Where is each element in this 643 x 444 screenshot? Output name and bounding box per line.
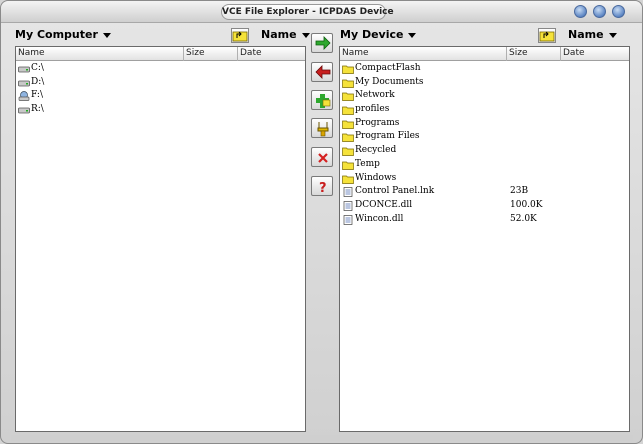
arrow-left-icon (315, 65, 331, 79)
up-folder-icon (232, 31, 248, 42)
item-name: Wincon.dll (355, 213, 404, 224)
file-icon (342, 187, 354, 198)
item-name: Network (355, 90, 395, 101)
file-icon (342, 214, 354, 225)
left-col-name[interactable]: Name (16, 47, 184, 61)
tools-icon (317, 122, 329, 137)
right-file-list[interactable]: Name Size Date CompactFlash My Documents N… (339, 46, 630, 432)
download-button[interactable] (311, 62, 333, 82)
folder-icon (342, 160, 354, 170)
item-size: 23B (510, 186, 529, 197)
left-file-list[interactable]: Name Size Date C:\ D:\ F:\ R:\ (15, 46, 306, 432)
right-rows: CompactFlash My Documents Network profiles P… (340, 62, 629, 226)
list-item[interactable]: profiles (340, 103, 629, 117)
left-column-header: Name Size Date (16, 47, 305, 61)
settings-button[interactable] (311, 118, 333, 138)
maximize-button[interactable] (593, 5, 606, 18)
list-item[interactable]: My Documents (340, 76, 629, 90)
close-button[interactable] (612, 5, 625, 18)
item-name: Program Files (355, 131, 420, 142)
delete-icon (318, 153, 328, 163)
chevron-down-icon (301, 32, 310, 38)
item-name: Programs (355, 117, 400, 128)
folder-icon (342, 64, 354, 74)
folder-icon (342, 119, 354, 129)
new-folder-icon (316, 94, 331, 108)
item-size: 52.0K (510, 213, 537, 224)
up-folder-icon (539, 31, 555, 42)
right-col-date[interactable]: Date (561, 47, 631, 61)
right-location-label: My Device (340, 28, 404, 41)
item-name: DCONCE.dll (355, 199, 413, 210)
minimize-button[interactable] (574, 5, 587, 18)
list-item[interactable]: Control Panel.lnk 23B (340, 185, 629, 199)
right-location-dropdown[interactable]: My Device (340, 25, 417, 45)
chevron-down-icon (408, 32, 417, 38)
folder-icon (342, 132, 354, 143)
hard-drive-icon (18, 105, 30, 115)
item-name: C:\ (31, 63, 44, 73)
list-item[interactable]: Program Files (340, 130, 629, 144)
folder-icon (342, 105, 354, 115)
left-col-size[interactable]: Size (184, 47, 238, 61)
window-title: VCE File Explorer - ICPDAS Device (221, 4, 394, 20)
chevron-down-icon (608, 32, 617, 38)
file-icon (342, 201, 354, 211)
svg-text:?: ? (319, 181, 327, 195)
folder-icon (342, 78, 354, 88)
item-name: My Documents (355, 76, 424, 87)
chevron-down-icon (102, 32, 111, 38)
title-bar[interactable]: VCE File Explorer - ICPDAS Device (1, 1, 642, 23)
list-item[interactable]: CompactFlash (340, 62, 629, 76)
left-col-date[interactable]: Date (238, 47, 307, 61)
right-column-header: Name Size Date (340, 47, 629, 61)
item-name: R:\ (31, 104, 44, 115)
help-button[interactable]: ? (311, 176, 333, 196)
list-item[interactable]: Windows (340, 172, 629, 186)
list-item[interactable]: Wincon.dll 52.0K (340, 213, 629, 227)
list-item[interactable]: Programs (340, 117, 629, 131)
right-sort-label: Name (568, 28, 604, 41)
help-icon: ? (319, 181, 327, 195)
item-name: CompactFlash (355, 63, 421, 73)
item-name: Temp (355, 158, 380, 169)
delete-button[interactable] (311, 147, 333, 167)
right-sort-dropdown[interactable]: Name (568, 25, 617, 45)
upload-button[interactable] (311, 33, 333, 53)
list-item[interactable]: Recycled (340, 144, 629, 158)
item-name: F:\ (31, 90, 43, 101)
list-item[interactable]: Temp (340, 158, 629, 172)
list-item[interactable]: R:\ (16, 103, 305, 117)
hard-drive-icon (18, 64, 30, 74)
left-location-dropdown[interactable]: My Computer (15, 25, 111, 45)
list-item[interactable]: F:\ (16, 89, 305, 103)
left-sort-dropdown[interactable]: Name (261, 25, 310, 45)
item-name: Recycled (355, 145, 397, 156)
item-name: D:\ (31, 76, 45, 87)
item-name: profiles (355, 104, 390, 115)
item-name: Control Panel.lnk (355, 186, 435, 197)
folder-icon (342, 146, 354, 156)
new-folder-button[interactable] (311, 90, 333, 110)
item-name: Windows (355, 172, 397, 183)
list-item[interactable]: Network (340, 89, 629, 103)
item-size: 100.0K (510, 199, 543, 210)
arrow-right-icon (315, 36, 331, 50)
app-window: VCE File Explorer - ICPDAS Device My Com… (0, 0, 643, 444)
left-location-label: My Computer (15, 28, 98, 41)
list-item[interactable]: DCONCE.dll 100.0K (340, 199, 629, 213)
folder-icon (342, 174, 354, 184)
left-sort-label: Name (261, 28, 297, 41)
folder-icon (342, 91, 354, 102)
status-bar (11, 435, 633, 441)
left-rows: C:\ D:\ F:\ R:\ (16, 62, 305, 117)
left-up-folder-button[interactable] (231, 28, 249, 43)
hard-drive-icon (18, 78, 30, 88)
network-drive-icon (18, 91, 30, 102)
list-item[interactable]: C:\ (16, 62, 305, 76)
right-col-size[interactable]: Size (507, 47, 561, 61)
right-col-name[interactable]: Name (340, 47, 507, 61)
list-item[interactable]: D:\ (16, 76, 305, 90)
right-up-folder-button[interactable] (538, 28, 556, 43)
